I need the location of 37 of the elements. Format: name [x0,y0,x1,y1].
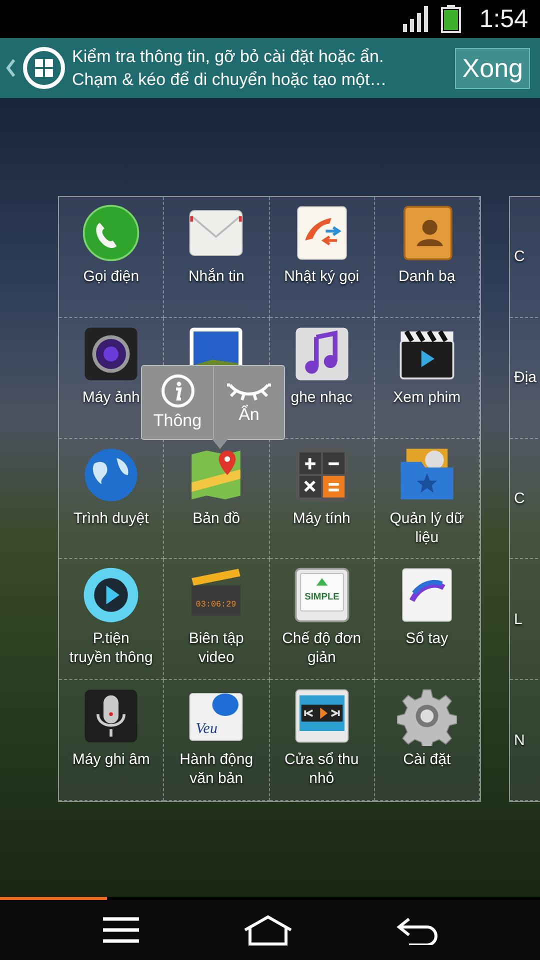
app-label[interactable]: Bản đồ [192,508,240,528]
menu-icon[interactable] [100,916,141,944]
chevron-left-icon[interactable] [6,58,16,78]
app-label[interactable]: C [514,247,525,266]
app-label[interactable]: Máy ảnh [82,388,140,407]
app-label[interactable]: Chế độ đơn giản [282,629,362,668]
back-icon[interactable] [395,915,440,945]
hint-text: Chạm & kéo để di chuyển hoặc tạo một… [72,69,388,91]
done-button[interactable]: Xong [455,48,530,88]
app-label[interactable]: Nhắn tin [188,267,244,286]
app-label[interactable]: Địa [514,368,537,388]
app-label[interactable]: Sổ tay [406,629,448,648]
app-label[interactable]: Gọi điện [83,267,140,286]
app-label[interactable]: Trình duyệt [73,508,149,528]
app-label[interactable]: Máy ghi âm [72,750,150,770]
app-label[interactable]: Quản lý dữ liệu [390,508,464,547]
signal-icon [403,6,430,32]
app-label[interactable]: Nhật ký gọi [284,267,360,286]
app-label[interactable]: N [514,730,525,750]
app-label[interactable]: Xem phim [393,388,461,407]
app-label[interactable]: Danh bạ [398,267,456,286]
home-icon[interactable] [242,914,294,946]
clock-time: 1:54 [479,4,528,34]
app-label[interactable]: P.tiện truyền thông [69,629,153,668]
app-label[interactable]: L [514,610,522,629]
info-icon [160,373,196,410]
app-label[interactable]: Hành động văn bản [180,750,254,788]
app-label[interactable]: Biên tập video [188,629,244,668]
app-label[interactable]: Máy tính [292,508,350,528]
app-label[interactable]: ghe nhạc [290,388,352,407]
battery-icon [441,5,462,33]
app-grid-icon [22,46,66,90]
app-label[interactable]: C [514,488,525,508]
phone-icon [81,203,142,263]
app-label[interactable]: Cửa sổ thu nhỏ [284,750,359,788]
hint-text: Kiểm tra thông tin, gỡ bỏ cài đặt hoặc ẩn. [72,46,385,68]
app-label[interactable]: Cài đặt [403,750,451,770]
